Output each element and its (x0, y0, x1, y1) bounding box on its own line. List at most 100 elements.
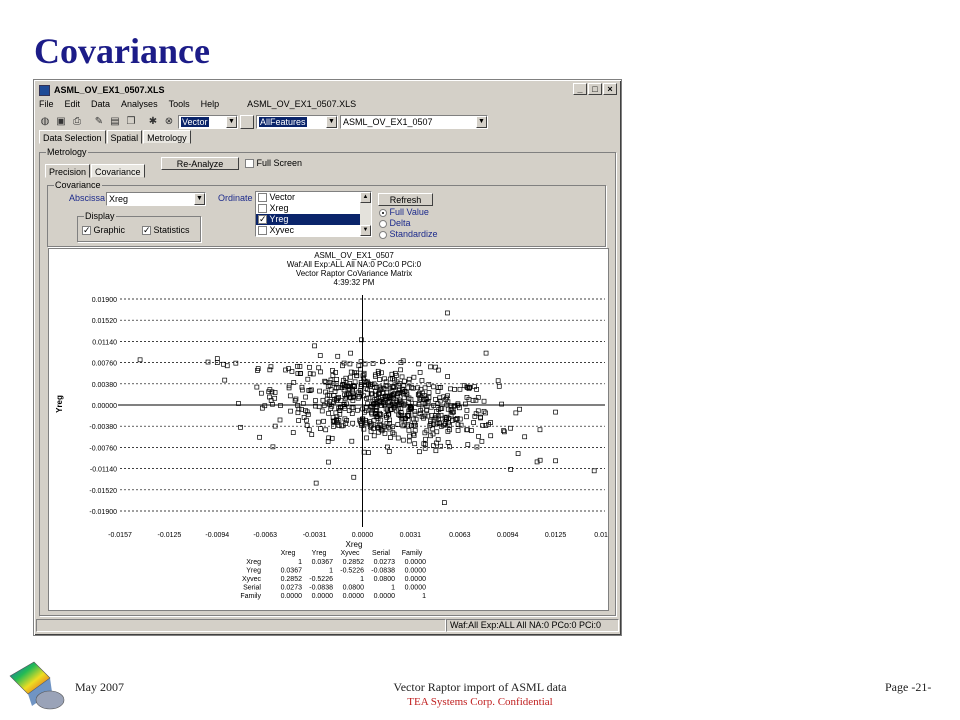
save-icon[interactable]: ▣ (54, 115, 68, 129)
data-point (309, 432, 315, 437)
radio-delta-dot[interactable] (379, 219, 387, 228)
data-point (254, 384, 260, 390)
data-point (348, 374, 353, 380)
ordinate-item-yreg[interactable]: ✓ Yreg (256, 214, 371, 225)
ordinate-check-xyvec[interactable] (258, 226, 267, 236)
data-point (295, 363, 300, 369)
abscissa-combo[interactable]: Xreg ▼ (106, 192, 206, 206)
data-point (469, 428, 474, 433)
data-point (205, 359, 211, 365)
data-point (439, 406, 445, 411)
statistics-check-box[interactable]: ✓ (142, 226, 151, 236)
stats-cell: 0.0273 (281, 585, 303, 592)
full-screen-checkbox[interactable]: Full Screen (245, 158, 302, 169)
menu-file[interactable]: File (38, 99, 55, 113)
ordinate-item-label: Xyvec (269, 225, 295, 235)
stats-cell: 0.0000 (405, 585, 427, 592)
tab-metrology[interactable]: Metrology (143, 130, 191, 144)
ordinate-scrollbar[interactable]: ▲ ▼ (360, 192, 371, 236)
ordinate-item-xyvec[interactable]: Xyvec (256, 225, 371, 236)
full-screen-check-box[interactable] (245, 159, 254, 169)
refresh-button[interactable]: Refresh (378, 193, 433, 206)
features-combo[interactable]: AllFeatures ▼ (256, 114, 338, 129)
data-point (321, 418, 326, 424)
radio-standardize-dot[interactable] (379, 230, 387, 239)
data-point (475, 395, 481, 400)
minimize-button[interactable]: _ (573, 83, 587, 95)
tab-precision[interactable]: Precision (45, 164, 91, 178)
data-point (553, 458, 558, 464)
x-tick-label: 0.0063 (449, 532, 471, 539)
graphic-checkbox[interactable]: ✓ Graphic (82, 225, 125, 236)
chevron-down-icon[interactable]: ▼ (194, 193, 205, 205)
ordinate-check-vector[interactable] (258, 193, 267, 203)
data-point (591, 468, 597, 474)
data-point (488, 433, 494, 439)
edit-icon[interactable]: ✎ (92, 115, 106, 129)
menu-data[interactable]: Data (90, 99, 111, 113)
ordinate-check-xreg[interactable] (258, 204, 267, 214)
bug-icon[interactable]: ✱ (146, 115, 160, 129)
status-pco: PCo:0 (551, 620, 577, 630)
data-point (364, 435, 369, 441)
menu-tools[interactable]: Tools (168, 99, 191, 113)
ordinate-item-label: Vector (269, 192, 296, 202)
ordinate-listbox[interactable]: Vector Xreg ✓ Yreg Xyvec ▲ ▼ (255, 191, 372, 237)
data-point (318, 426, 323, 431)
data-point (426, 390, 432, 395)
radio-standardize[interactable]: Standardize (379, 229, 438, 239)
chevron-down-icon[interactable]: ▼ (226, 115, 237, 128)
chart-icon[interactable]: ▤ (108, 115, 122, 129)
tab-covariance[interactable]: Covariance (91, 164, 145, 178)
data-point (522, 434, 528, 440)
x-tick-label: 0.0000 (352, 532, 374, 539)
stats-cell: 1 (391, 585, 395, 592)
globe-icon[interactable]: ◍ (38, 115, 52, 129)
data-point (296, 418, 301, 423)
menu-help[interactable]: Help (200, 99, 221, 113)
tab-data-selection[interactable]: Data Selection (39, 130, 106, 144)
data-point (448, 386, 453, 392)
data-point (553, 409, 558, 415)
tab-spatial[interactable]: Spatial (106, 130, 143, 144)
scroll-down-icon[interactable]: ▼ (360, 225, 371, 236)
graphic-check-box[interactable]: ✓ (82, 226, 91, 236)
data-point (233, 360, 239, 366)
ordinate-item-vector[interactable]: Vector (256, 192, 371, 203)
vector-combo[interactable]: Vector ▼ (178, 114, 238, 129)
chevron-down-icon[interactable]: ▼ (326, 115, 337, 128)
maximize-button[interactable]: □ (588, 83, 602, 95)
radio-full-value-label: Full Value (389, 207, 429, 217)
radio-full-value-dot[interactable] (379, 208, 387, 217)
blank-button[interactable] (240, 114, 254, 129)
data-point (473, 397, 479, 403)
chevron-down-icon[interactable]: ▼ (476, 115, 487, 128)
data-point (313, 480, 319, 486)
stats-cell: -0.0838 (309, 585, 333, 592)
radio-full-value[interactable]: Full Value (379, 207, 429, 217)
ordinate-check-yreg[interactable]: ✓ (258, 215, 267, 225)
reanalyze-button[interactable]: Re-Analyze (161, 157, 239, 170)
print-icon[interactable]: ⎙ (70, 115, 84, 129)
window-titlebar[interactable]: ASML_OV_EX1_0507.XLS _ □ × (36, 82, 619, 98)
data-point (508, 425, 513, 431)
data-point (471, 420, 476, 425)
copy-icon[interactable]: ❐ (124, 115, 138, 129)
data-point (387, 435, 393, 440)
menu-edit[interactable]: Edit (64, 99, 82, 113)
abscissa-label: Abscissa (69, 193, 106, 203)
chart-header-line3: Vector Raptor CoVariance Matrix (296, 269, 412, 278)
data-point (517, 406, 522, 412)
ordinate-item-xreg[interactable]: Xreg (256, 203, 371, 214)
y-tick-label: 0.01900 (92, 297, 117, 304)
menu-analyses[interactable]: Analyses (120, 99, 159, 113)
chart-header-line1: ASML_OV_EX1_0507 (314, 251, 394, 260)
close-button[interactable]: × (603, 83, 617, 95)
scroll-up-icon[interactable]: ▲ (360, 192, 371, 203)
file-combo[interactable]: ASML_OV_EX1_0507 ▼ (340, 114, 488, 129)
statistics-checkbox[interactable]: ✓ Statistics (142, 225, 190, 236)
data-point (380, 359, 385, 365)
radio-delta[interactable]: Delta (379, 218, 411, 228)
top-tabs: Data Selection Spatial Metrology (39, 130, 191, 144)
target-icon[interactable]: ⊗ (162, 115, 176, 129)
